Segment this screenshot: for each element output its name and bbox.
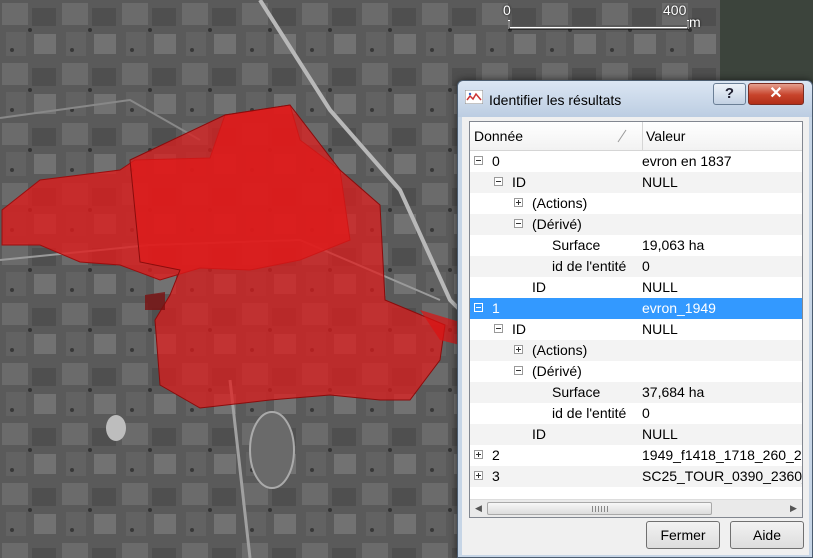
tree-row[interactable]: (Dérivé) <box>470 361 802 382</box>
row-name: ID <box>532 426 546 442</box>
row-name: ID <box>512 321 526 337</box>
row-value: 0 <box>642 258 650 274</box>
scale-bar-line <box>508 20 689 30</box>
tree-row[interactable]: ID NULL <box>470 172 802 193</box>
row-name: 1 <box>492 300 500 316</box>
row-value: SC25_TOUR_0390_2360_L93 <box>642 468 802 484</box>
row-name: (Dérivé) <box>532 216 582 232</box>
row-name: 2 <box>492 447 500 463</box>
dialog-title: Identifier les résultats <box>489 92 622 108</box>
row-value: 1949_f1418_1718_260_2136 <box>642 447 802 463</box>
row-name: (Dérivé) <box>532 363 582 379</box>
row-name: Surface <box>552 237 601 253</box>
horizontal-scrollbar[interactable]: ◀ ▶ <box>470 499 802 517</box>
scale-bar: 0 400 m <box>500 0 710 34</box>
tree-header: Donnée Valeur <box>470 122 802 151</box>
row-value: NULL <box>642 279 678 295</box>
row-name: Surface <box>552 384 601 400</box>
expand-icon[interactable] <box>474 450 483 459</box>
dialog-client: Donnée Valeur 0 evron en 1837 ID NULL (A… <box>462 117 809 555</box>
row-value: NULL <box>642 426 678 442</box>
collapse-icon[interactable] <box>474 156 483 165</box>
column-header-value[interactable]: Valeur <box>642 122 802 150</box>
tree-row[interactable]: id de l'entité 0 <box>470 256 802 277</box>
close-window-button[interactable]: ✕ <box>748 83 804 105</box>
scroll-right-icon[interactable]: ▶ <box>785 500 802 517</box>
tree-row[interactable]: id de l'entité 0 <box>470 403 802 424</box>
row-name: (Actions) <box>532 195 588 211</box>
tree-row[interactable]: ID NULL <box>470 424 802 445</box>
sort-indicator-icon <box>617 129 627 143</box>
collapse-icon[interactable] <box>514 366 523 375</box>
row-name: ID <box>512 174 526 190</box>
row-value: NULL <box>642 174 678 190</box>
dialog-titlebar[interactable]: Identifier les résultats ? ✕ <box>458 81 812 117</box>
row-value: 19,063 ha <box>642 237 705 253</box>
collapse-icon[interactable] <box>494 324 503 333</box>
row-name: 3 <box>492 468 500 484</box>
expand-icon[interactable] <box>514 198 523 207</box>
help-title-button[interactable]: ? <box>713 83 746 105</box>
identify-app-icon <box>465 90 483 104</box>
expand-icon[interactable] <box>474 471 483 480</box>
tree-row[interactable]: Surface 19,063 ha <box>470 235 802 256</box>
row-name: 0 <box>492 153 500 169</box>
row-name: ID <box>532 279 546 295</box>
row-value: NULL <box>642 321 678 337</box>
tree-row[interactable]: (Actions) <box>470 193 802 214</box>
scroll-left-icon[interactable]: ◀ <box>470 500 487 517</box>
tree-row[interactable]: (Dérivé) <box>470 214 802 235</box>
tree-rows: 0 evron en 1837 ID NULL (Actions) (Dériv… <box>470 151 802 487</box>
row-value: evron_1949 <box>642 300 716 316</box>
close-button[interactable]: Fermer <box>646 521 720 549</box>
row-value: 0 <box>642 405 650 421</box>
row-value: evron en 1837 <box>642 153 732 169</box>
tree-row[interactable]: (Actions) <box>470 340 802 361</box>
tree-row[interactable]: 0 evron en 1837 <box>470 151 802 172</box>
identify-results-dialog: Identifier les résultats ? ✕ Donnée Vale… <box>457 80 813 558</box>
tree-row[interactable]: 2 1949_f1418_1718_260_2136 <box>470 445 802 466</box>
tree-row[interactable]: Surface 37,684 ha <box>470 382 802 403</box>
close-icon: ✕ <box>769 85 783 102</box>
row-name: id de l'entité <box>552 405 627 421</box>
tree-row[interactable]: 3 SC25_TOUR_0390_2360_L93 <box>470 466 802 487</box>
row-name: id de l'entité <box>552 258 627 274</box>
expand-icon[interactable] <box>514 345 523 354</box>
collapse-icon[interactable] <box>514 219 523 228</box>
row-name: (Actions) <box>532 342 588 358</box>
collapse-icon[interactable] <box>494 177 503 186</box>
grip-icon <box>592 506 608 512</box>
scrollbar-thumb[interactable] <box>487 502 712 515</box>
tree-row-selected[interactable]: 1 evron_1949 <box>470 298 802 319</box>
row-value: 37,684 ha <box>642 384 705 400</box>
collapse-icon[interactable] <box>474 303 483 312</box>
help-button[interactable]: Aide <box>730 521 804 549</box>
tree-row[interactable]: ID NULL <box>470 277 802 298</box>
results-tree[interactable]: Donnée Valeur 0 evron en 1837 ID NULL (A… <box>469 121 803 518</box>
tree-row[interactable]: ID NULL <box>470 319 802 340</box>
column-header-data[interactable]: Donnée <box>474 122 634 150</box>
